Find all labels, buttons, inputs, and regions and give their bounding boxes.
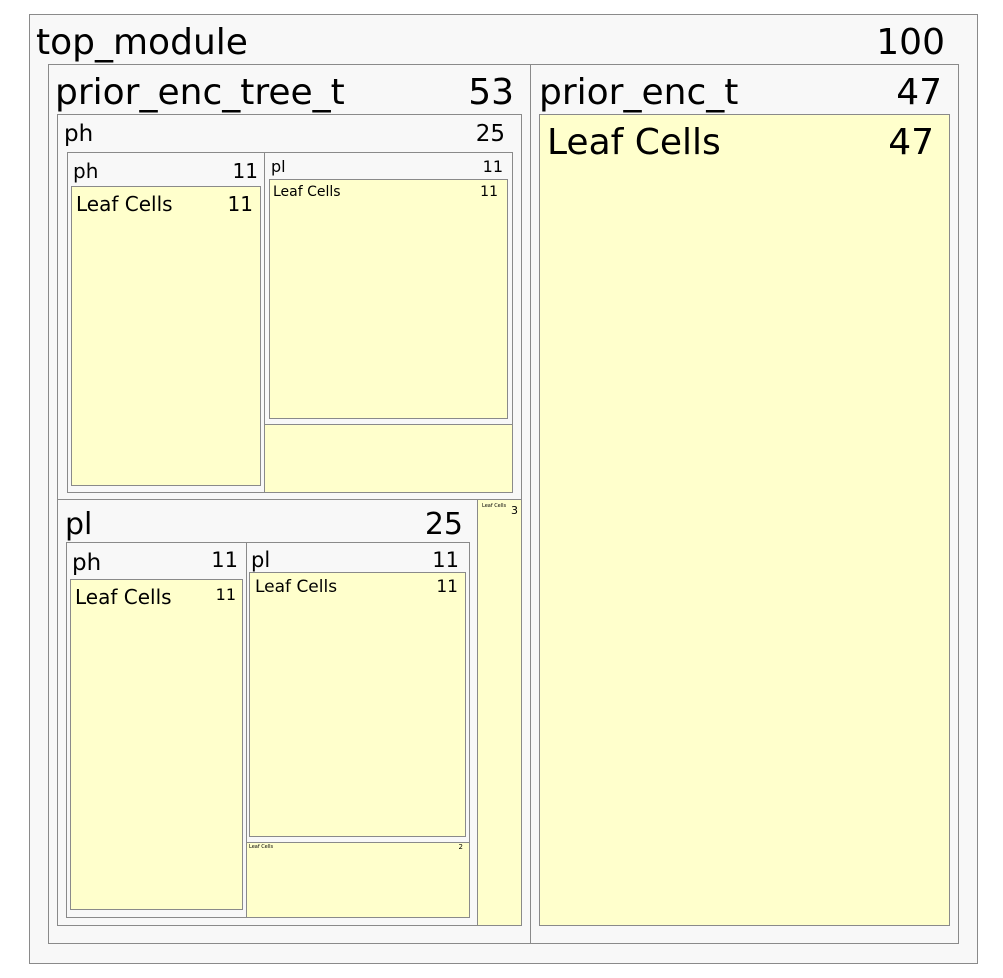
node-label: ph [72, 550, 102, 576]
node-leaf-cells[interactable]: Leaf Cells 11 [249, 572, 466, 837]
node-value: 3 [511, 504, 518, 517]
node-leaf-cells[interactable]: Leaf Cells 47 [539, 114, 950, 926]
node-label: Leaf Cells [273, 184, 341, 200]
node-label: top_module [36, 22, 248, 63]
node-value: 11 [215, 585, 236, 604]
node-label: pl [65, 507, 93, 542]
node-label: ph [73, 159, 99, 183]
treemap-canvas: top_module 100 prior_enc_tree_t 53 prior… [0, 0, 1003, 978]
node-label: Leaf Cells [75, 585, 172, 609]
node-value: 11 [232, 159, 258, 183]
node-value: 11 [211, 548, 238, 572]
node-value: 100 [876, 22, 945, 63]
node-leaf-cells[interactable]: Leaf Cells 2 [246, 842, 470, 918]
node-value: 11 [436, 577, 458, 597]
node-label: Leaf Cells [249, 844, 274, 850]
node-leaf-cells[interactable]: Leaf Cells 11 [70, 579, 243, 910]
node-label: prior_enc_tree_t [55, 72, 345, 113]
node-value: 25 [475, 121, 505, 147]
node-value: 25 [424, 507, 463, 542]
node-value: 11 [432, 548, 459, 572]
node-label: Leaf Cells [255, 577, 338, 597]
node-value: 11 [227, 192, 253, 216]
node-label: pl [251, 548, 271, 572]
node-leaf-cells[interactable]: Leaf Cells 11 [71, 186, 261, 486]
node-label: ph [64, 121, 94, 147]
node-value: 53 [468, 72, 514, 113]
node-label: pl [271, 157, 286, 176]
node-value: 47 [896, 72, 942, 113]
node-label: Leaf Cells [482, 503, 507, 509]
node-label: prior_enc_t [539, 72, 739, 113]
node-leaf-cells[interactable]: Leaf Cells 3 [477, 499, 522, 926]
node-value: 2 [458, 843, 463, 851]
node-value: 11 [482, 157, 503, 176]
node-value: 47 [888, 122, 934, 163]
node-value: 11 [480, 184, 498, 200]
node-leaf-cells[interactable]: Leaf Cells 11 [269, 179, 508, 419]
leaf-block-unlabeled[interactable] [264, 424, 513, 493]
node-label: Leaf Cells [547, 122, 721, 163]
node-label: Leaf Cells [76, 192, 173, 216]
